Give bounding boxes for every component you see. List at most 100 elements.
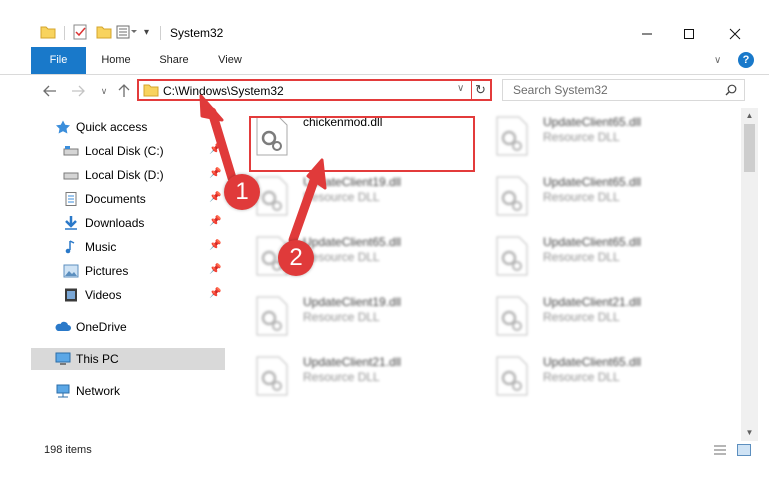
large-icons-view-icon[interactable]: [737, 444, 751, 456]
recent-locations-icon[interactable]: ∨: [94, 81, 114, 101]
download-icon: [65, 216, 77, 230]
vertical-scrollbar[interactable]: ▲ ▼: [741, 108, 758, 441]
file-item[interactable]: UpdateClient65.dll Resource DLL: [483, 228, 713, 282]
pin-icon[interactable]: 📌: [209, 216, 221, 227]
window-title: System32: [170, 26, 224, 40]
minimize-icon: [642, 33, 652, 35]
sidebar-item-pictures[interactable]: Pictures 📌: [31, 260, 225, 282]
separator: [471, 79, 472, 101]
maximize-button[interactable]: [666, 22, 712, 46]
close-button[interactable]: [712, 22, 758, 46]
file-name: UpdateClient65.dll: [543, 235, 642, 249]
pin-icon[interactable]: 📌: [209, 264, 221, 275]
computer-icon: [55, 352, 71, 365]
file-type: Resource DLL: [543, 130, 620, 144]
new-folder-icon[interactable]: [96, 22, 112, 42]
chevron-down-icon[interactable]: ∨: [714, 55, 721, 66]
file-name: UpdateClient65.dll: [303, 235, 402, 249]
file-name: UpdateClient19.dll: [303, 295, 402, 309]
file-item[interactable]: UpdateClient65.dll Resource DLL: [483, 108, 713, 162]
folder-icon: [40, 22, 56, 42]
refresh-icon[interactable]: ↻: [475, 82, 486, 98]
file-name: UpdateClient21.dll: [303, 355, 402, 369]
star-icon: [56, 120, 70, 134]
documents-icon: [65, 192, 77, 206]
search-box[interactable]: Search System32: [502, 79, 745, 101]
scroll-down-icon[interactable]: ▼: [744, 428, 755, 438]
separator: [64, 26, 65, 40]
file-item[interactable]: UpdateClient65.dll Resource DLL: [483, 348, 713, 402]
highlight-box-file: [249, 116, 475, 172]
customize-toolbar-icon[interactable]: ▾: [144, 22, 149, 42]
dll-file-icon: [496, 296, 528, 336]
drive-icon: [63, 172, 79, 180]
close-icon: [729, 28, 741, 40]
pin-icon[interactable]: 📌: [209, 168, 221, 179]
file-item[interactable]: UpdateClient19.dll Resource DLL: [243, 288, 473, 342]
file-type: Resource DLL: [543, 310, 620, 324]
sidebar-item-network[interactable]: Network: [31, 380, 225, 402]
step-callout-2: 2: [278, 240, 314, 276]
file-item[interactable]: UpdateClient19.dll Resource DLL: [243, 168, 473, 222]
scroll-up-icon[interactable]: ▲: [744, 111, 755, 121]
status-item-count: 198 items: [44, 444, 92, 456]
address-bar[interactable]: C:\Windows\System32 ∨ ↻: [137, 79, 492, 101]
file-name: UpdateClient65.dll: [543, 175, 642, 189]
dll-file-icon: [496, 356, 528, 396]
file-explorer-window: ▾ System32 File Home Share View ∨ ? ∨ C:…: [0, 0, 769, 487]
properties-icon[interactable]: [72, 22, 88, 42]
sidebar-item-local-disk-c[interactable]: Local Disk (C:) 📌: [31, 140, 225, 162]
minimize-button[interactable]: [624, 22, 670, 46]
tab-file[interactable]: File: [31, 47, 86, 74]
file-type: Resource DLL: [303, 310, 380, 324]
search-icon: [725, 84, 737, 96]
sidebar-item-this-pc[interactable]: This PC: [31, 348, 225, 370]
step-callout-1: 1: [224, 174, 260, 210]
file-type: Resource DLL: [543, 370, 620, 384]
pin-icon[interactable]: 📌: [209, 240, 221, 251]
videos-icon: [65, 288, 77, 302]
file-type: Resource DLL: [303, 370, 380, 384]
separator: [160, 26, 161, 40]
file-item[interactable]: UpdateClient65.dll Resource DLL: [483, 168, 713, 222]
file-item[interactable]: UpdateClient21.dll Resource DLL: [483, 288, 713, 342]
sidebar-item-downloads[interactable]: Downloads 📌: [31, 212, 225, 234]
pin-icon[interactable]: 📌: [209, 144, 221, 155]
cloud-icon: [55, 321, 71, 331]
sidebar-item-music[interactable]: Music 📌: [31, 236, 225, 258]
tab-share[interactable]: Share: [154, 47, 194, 74]
forward-arrow-icon[interactable]: [68, 81, 88, 101]
sidebar-item-documents[interactable]: Documents 📌: [31, 188, 225, 210]
sidebar-item-videos[interactable]: Videos 📌: [31, 284, 225, 306]
dll-file-icon: [256, 296, 288, 336]
back-arrow-icon[interactable]: [40, 81, 60, 101]
search-input[interactable]: Search System32: [513, 83, 608, 97]
network-icon: [56, 384, 70, 398]
sidebar-item-local-disk-d[interactable]: Local Disk (D:) 📌: [31, 164, 225, 186]
up-arrow-icon[interactable]: [114, 81, 134, 101]
sidebar-item-onedrive[interactable]: OneDrive: [31, 316, 225, 338]
tab-home[interactable]: Home: [96, 47, 136, 74]
title-bar: ▾ System32: [0, 0, 769, 47]
scrollbar-thumb[interactable]: [744, 124, 755, 172]
pin-icon[interactable]: 📌: [209, 288, 221, 299]
file-name: UpdateClient21.dll: [543, 295, 642, 309]
dll-file-icon: [256, 176, 288, 216]
file-type: Resource DLL: [543, 250, 620, 264]
details-view-icon[interactable]: [713, 444, 727, 456]
view-options-icon[interactable]: [116, 22, 138, 42]
file-type: Resource DLL: [543, 190, 620, 204]
dll-file-icon: [256, 356, 288, 396]
file-type: Resource DLL: [303, 250, 380, 264]
maximize-icon: [684, 29, 694, 39]
address-dropdown-icon[interactable]: ∨: [457, 83, 464, 94]
dll-file-icon: [496, 176, 528, 216]
file-item[interactable]: UpdateClient21.dll Resource DLL: [243, 348, 473, 402]
sidebar-item-quick-access[interactable]: Quick access: [31, 116, 225, 138]
pictures-icon: [63, 264, 79, 278]
dll-file-icon: [496, 236, 528, 276]
pin-icon[interactable]: 📌: [209, 192, 221, 203]
file-name: UpdateClient65.dll: [543, 355, 642, 369]
tab-view[interactable]: View: [212, 47, 248, 74]
help-icon[interactable]: ?: [738, 52, 754, 68]
